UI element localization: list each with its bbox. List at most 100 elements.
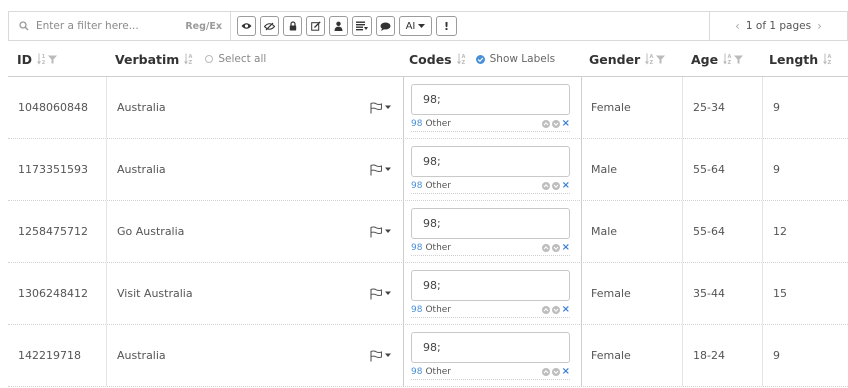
search-icon <box>19 21 29 31</box>
hide-eye-button[interactable] <box>260 16 279 36</box>
code-input[interactable] <box>411 83 570 115</box>
sort-icon[interactable]: A Z <box>645 53 654 65</box>
code-input[interactable] <box>411 207 570 239</box>
verbatim-text: Australia <box>117 163 166 176</box>
caret-down-icon <box>385 105 391 109</box>
code-tag: 98 Other × <box>411 118 570 132</box>
sort-icon[interactable]: A Z <box>184 53 193 65</box>
edit-button[interactable] <box>306 16 325 36</box>
cell-gender: Male <box>582 139 683 200</box>
regex-toggle[interactable]: Reg/Ex <box>185 21 222 32</box>
caret-down-icon <box>385 353 391 357</box>
move-up-icon[interactable] <box>541 305 550 314</box>
svg-text:2: 2 <box>42 60 46 65</box>
code-label: Other <box>425 304 452 315</box>
code-label: Other <box>425 242 452 253</box>
user-button[interactable] <box>329 16 348 36</box>
cell-gender: Female <box>582 77 683 138</box>
filter-icon[interactable] <box>734 55 744 64</box>
sort-icon[interactable]: A Z <box>456 53 466 65</box>
list-filter-button[interactable] <box>352 16 372 36</box>
remove-code-icon[interactable]: × <box>562 180 570 190</box>
show-eye-button[interactable] <box>237 16 256 36</box>
cell-id: 1306248412 <box>8 263 107 324</box>
table-row: 142219718 Australia 98 Other × <box>8 325 848 387</box>
flag-menu[interactable] <box>370 102 391 113</box>
cell-id: 1173351593 <box>8 139 107 200</box>
filter-box: Reg/Ex <box>9 12 231 40</box>
next-page-icon[interactable]: › <box>817 19 822 33</box>
col-codes-label: Codes <box>409 51 452 67</box>
col-header-codes[interactable]: Codes A Z Show Labels <box>404 42 582 76</box>
remove-code-icon[interactable]: × <box>562 242 570 252</box>
remove-code-icon[interactable]: × <box>562 366 570 376</box>
select-all-label: Select all <box>218 53 267 65</box>
flag-icon <box>370 164 382 175</box>
code-tag: 98 Other × <box>411 242 570 256</box>
filter-icon[interactable] <box>48 55 58 64</box>
lock-icon <box>289 21 296 31</box>
col-header-gender[interactable]: Gender A Z <box>582 42 683 76</box>
move-up-icon[interactable] <box>541 119 550 128</box>
flag-menu[interactable] <box>370 288 391 299</box>
ai-dropdown-button[interactable]: AI <box>399 16 432 36</box>
move-down-icon[interactable] <box>551 243 560 252</box>
move-down-icon[interactable] <box>551 181 560 190</box>
move-up-icon[interactable] <box>541 243 550 252</box>
col-header-length[interactable]: Length A Z <box>763 42 848 76</box>
edit-icon <box>310 21 321 31</box>
code-tag: 98 Other × <box>411 180 570 194</box>
user-icon <box>334 21 343 31</box>
comment-button[interactable] <box>376 16 395 36</box>
sort-icon[interactable]: 1 2 <box>37 53 46 65</box>
remove-code-icon[interactable]: × <box>562 304 570 314</box>
lock-button[interactable] <box>283 16 302 36</box>
code-editor: 98 Other × <box>411 269 570 318</box>
code-input[interactable] <box>411 145 570 177</box>
flag-menu[interactable] <box>370 164 391 175</box>
pager-text: 1 of 1 pages <box>745 20 812 32</box>
eye-slash-icon <box>264 22 275 30</box>
code-input[interactable] <box>411 331 570 363</box>
filter-input[interactable] <box>36 20 164 32</box>
verbatim-text: Australia <box>117 349 166 362</box>
filter-icon[interactable] <box>656 55 666 64</box>
cell-id: 1258475712 <box>8 201 107 262</box>
caret-down-icon <box>385 167 391 171</box>
code-tag: 98 Other × <box>411 304 570 318</box>
cell-gender: Male <box>582 201 683 262</box>
cell-length: 9 <box>773 349 780 362</box>
code-number: 98 <box>411 242 423 253</box>
col-header-age[interactable]: Age A Z <box>683 42 763 76</box>
move-down-icon[interactable] <box>551 119 560 128</box>
flag-menu[interactable] <box>370 350 391 361</box>
sort-icon[interactable]: A Z <box>823 53 832 65</box>
cell-gender: Female <box>582 263 683 324</box>
show-labels-label: Show Labels <box>489 53 556 65</box>
cell-age: 55-64 <box>683 139 763 200</box>
col-header-verbatim[interactable]: Verbatim A Z Select all <box>107 42 404 76</box>
move-down-icon[interactable] <box>551 367 560 376</box>
cell-verbatim: Australia <box>107 139 404 200</box>
move-up-icon[interactable] <box>541 181 550 190</box>
remove-code-icon[interactable]: × <box>562 118 570 128</box>
col-gender-label: Gender <box>589 51 641 67</box>
cell-codes: 98 Other × <box>404 263 582 324</box>
flag-menu[interactable] <box>370 226 391 237</box>
show-labels-toggle[interactable]: Show Labels <box>475 53 556 65</box>
alert-label: ! <box>443 19 450 33</box>
cell-age: 25-34 <box>683 77 763 138</box>
move-up-icon[interactable] <box>541 367 550 376</box>
sort-icon[interactable]: A Z <box>723 53 732 65</box>
cell-age: 55-64 <box>683 201 763 262</box>
svg-text:Z: Z <box>189 60 193 65</box>
cell-length: 9 <box>773 163 780 176</box>
col-header-id[interactable]: ID 1 2 <box>8 42 107 76</box>
code-input[interactable] <box>411 269 570 301</box>
cell-verbatim: Australia <box>107 77 404 138</box>
move-down-icon[interactable] <box>551 305 560 314</box>
alert-button[interactable]: ! <box>436 16 457 36</box>
select-all-toggle[interactable]: Select all <box>205 53 266 65</box>
grid-header: ID 1 2 Verbatim A Z Select all Codes A Z… <box>8 42 848 77</box>
prev-page-icon[interactable]: ‹ <box>735 19 740 33</box>
